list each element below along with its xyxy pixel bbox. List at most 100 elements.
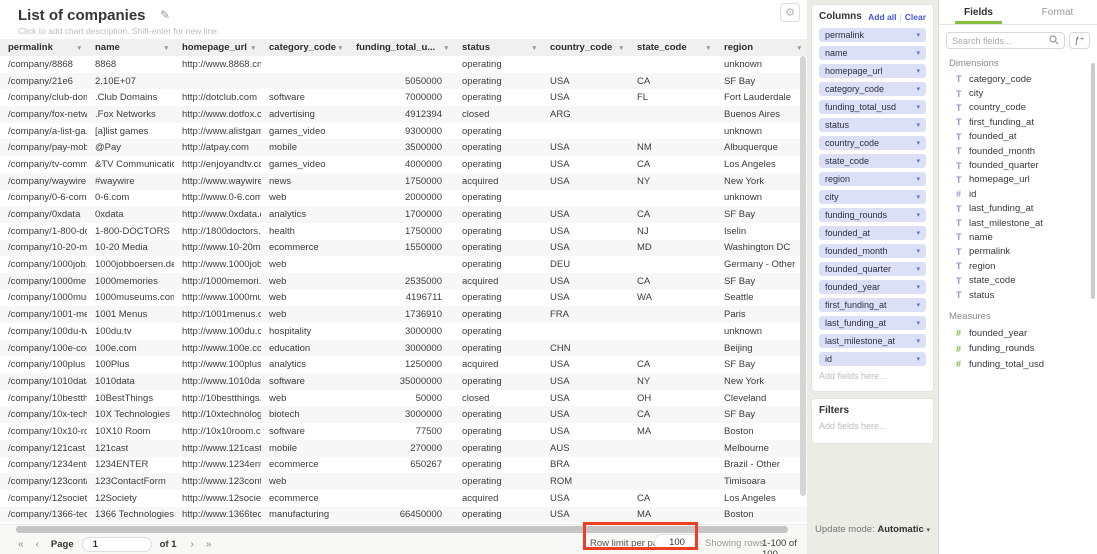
search-fields-input[interactable] [952,36,1042,46]
tab-fields[interactable]: Fields [939,0,1018,24]
add-all-link[interactable]: Add all [868,12,896,22]
chevron-down-icon[interactable]: ▾ [916,301,920,309]
chevron-down-icon[interactable]: ▾ [916,265,920,273]
column-chip-funding_total_usd[interactable]: funding_total_usd▾ [819,100,926,114]
chevron-down-icon[interactable]: ▾ [916,283,920,291]
sort-caret-icon[interactable]: ▾ [444,44,448,52]
chevron-down-icon[interactable]: ▾ [916,139,920,147]
field-item-region[interactable]: Tregion [939,259,1097,273]
column-chip-country_code[interactable]: country_code▾ [819,136,926,150]
field-item-id[interactable]: #id [939,187,1097,201]
chevron-down-icon[interactable]: ▾ [916,121,920,129]
chart-description-placeholder[interactable]: Click to add chart description. Shift-en… [18,26,219,36]
measure-item-funding_total_usd[interactable]: #funding_total_usd [939,356,1097,372]
sort-caret-icon[interactable]: ▾ [77,44,81,52]
column-header-region[interactable]: region▾ [716,39,807,56]
edit-title-icon[interactable]: ✎ [160,8,170,22]
field-item-status[interactable]: Tstatus [939,288,1097,302]
column-header-permalink[interactable]: permalink▾ [0,39,87,56]
chevron-down-icon[interactable]: ▾ [916,211,920,219]
column-header-homepage_url[interactable]: homepage_url▾ [174,39,261,56]
column-chip-founded_year[interactable]: founded_year▾ [819,280,926,294]
column-header-name[interactable]: name▾ [87,39,174,56]
vertical-scrollbar[interactable] [800,56,806,520]
next-page-button[interactable]: › [191,539,194,550]
sort-caret-icon[interactable]: ▾ [251,44,255,52]
column-chip-city[interactable]: city▾ [819,190,926,204]
chevron-down-icon[interactable]: ▾ [916,67,920,75]
search-fields-box[interactable] [946,32,1065,49]
column-chip-state_code[interactable]: state_code▾ [819,154,926,168]
prev-page-button[interactable]: ‹ [36,539,39,550]
sort-caret-icon[interactable]: ▾ [532,44,536,52]
column-header-funding_total_u[interactable]: funding_total_u...▾ [348,39,454,56]
tab-format[interactable]: Format [1018,0,1097,24]
field-item-name[interactable]: Tname [939,230,1097,244]
chevron-down-icon[interactable]: ▾ [916,247,920,255]
field-item-founded_at[interactable]: Tfounded_at [939,130,1097,144]
chevron-down-icon[interactable]: ▾ [916,229,920,237]
sort-caret-icon[interactable]: ▾ [619,44,623,52]
column-chip-permalink[interactable]: permalink▾ [819,28,926,42]
measure-item-founded_year[interactable]: #founded_year [939,325,1097,341]
column-chip-id[interactable]: id▾ [819,352,926,366]
table-cell: 77500 [348,426,454,437]
table-settings-button[interactable]: ⚙ [780,3,800,22]
chevron-down-icon[interactable]: ▾ [916,193,920,201]
table-cell: OH [629,393,716,404]
field-item-state_code[interactable]: Tstate_code [939,273,1097,287]
filters-dropzone-placeholder[interactable]: Add fields here... [819,421,926,431]
chevron-down-icon[interactable]: ▾ [916,85,920,93]
column-chip-status[interactable]: status▾ [819,118,926,132]
first-page-button[interactable]: « [18,539,24,550]
field-item-category_code[interactable]: Tcategory_code [939,72,1097,86]
page-number-input[interactable] [82,537,152,552]
fields-scrollbar[interactable] [1091,63,1095,299]
chevron-down-icon[interactable]: ▾ [916,103,920,111]
column-chip-founded_at[interactable]: founded_at▾ [819,226,926,240]
column-chip-region[interactable]: region▾ [819,172,926,186]
column-chip-homepage_url[interactable]: homepage_url▾ [819,64,926,78]
column-header-state_code[interactable]: state_code▾ [629,39,716,56]
table-cell: USA [542,142,629,153]
table-cell: 2000000 [348,192,454,203]
text-type-icon: T [956,89,969,99]
field-item-country_code[interactable]: Tcountry_code [939,101,1097,115]
chevron-down-icon[interactable]: ▾ [916,49,920,57]
field-item-last_funding_at[interactable]: Tlast_funding_at [939,202,1097,216]
field-item-homepage_url[interactable]: Thomepage_url [939,173,1097,187]
sort-caret-icon[interactable]: ▾ [797,44,801,52]
column-chip-first_funding_at[interactable]: first_funding_at▾ [819,298,926,312]
field-item-first_funding_at[interactable]: Tfirst_funding_at [939,115,1097,129]
column-chip-category_code[interactable]: category_code▾ [819,82,926,96]
column-chip-last_milestone_at[interactable]: last_milestone_at▾ [819,334,926,348]
field-item-city[interactable]: Tcity [939,86,1097,100]
column-chip-funding_rounds[interactable]: funding_rounds▾ [819,208,926,222]
chevron-down-icon[interactable]: ▾ [916,175,920,183]
field-item-last_milestone_at[interactable]: Tlast_milestone_at [939,216,1097,230]
column-header-status[interactable]: status▾ [454,39,542,56]
add-formula-button[interactable]: ƒ⁺ [1069,32,1090,49]
column-header-category_code[interactable]: category_code▾ [261,39,348,56]
field-item-founded_month[interactable]: Tfounded_month [939,144,1097,158]
chevron-down-icon[interactable]: ▾ [916,319,920,327]
clear-link[interactable]: Clear [905,12,926,22]
field-item-permalink[interactable]: Tpermalink [939,245,1097,259]
measure-item-funding_rounds[interactable]: #funding_rounds [939,341,1097,357]
chevron-down-icon[interactable]: ▾ [916,337,920,345]
chevron-down-icon[interactable]: ▾ [916,355,920,363]
last-page-button[interactable]: » [206,539,212,550]
column-header-country_code[interactable]: country_code▾ [542,39,629,56]
column-chip-last_funding_at[interactable]: last_funding_at▾ [819,316,926,330]
chevron-down-icon[interactable]: ▾ [916,31,920,39]
column-chip-name[interactable]: name▾ [819,46,926,60]
update-mode-control[interactable]: Update mode: Automatic ▾ [807,524,938,535]
sort-caret-icon[interactable]: ▾ [338,44,342,52]
column-chip-founded_month[interactable]: founded_month▾ [819,244,926,258]
column-chip-founded_quarter[interactable]: founded_quarter▾ [819,262,926,276]
chevron-down-icon[interactable]: ▾ [916,157,920,165]
field-item-founded_quarter[interactable]: Tfounded_quarter [939,158,1097,172]
sort-caret-icon[interactable]: ▾ [164,44,168,52]
columns-dropzone-placeholder[interactable]: Add fields here... [819,371,926,381]
sort-caret-icon[interactable]: ▾ [706,44,710,52]
